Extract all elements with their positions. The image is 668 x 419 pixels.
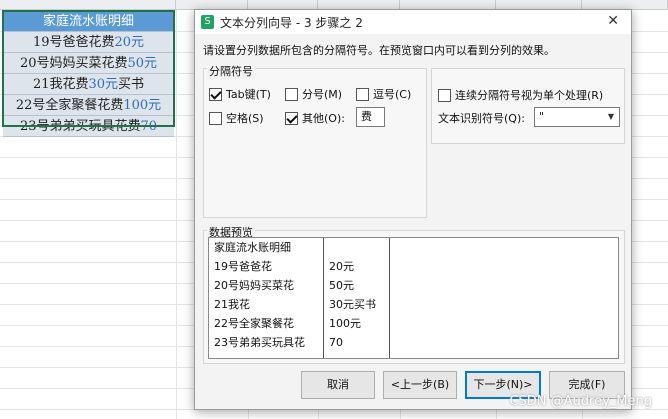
preview-cell: 19号爸爸花 <box>214 260 272 273</box>
instruction-text: 请设置分列数据所包含的分隔符号。在预览窗口内可以看到分列的效果。 <box>203 44 555 57</box>
checkbox-box[interactable] <box>356 87 369 101</box>
text-qualifier-select[interactable]: " ▼ <box>534 107 620 127</box>
preview-column-2[interactable]: 20元 50元 30元买书 100元 70 <box>324 238 390 358</box>
preview-cell: 21我花 <box>214 298 250 311</box>
preview-cell: 70 <box>329 336 343 349</box>
preview-cell: 20元 <box>329 260 354 273</box>
grid-line <box>176 10 177 419</box>
column-header-d[interactable] <box>0 0 176 10</box>
wps-sheet-icon: S <box>201 15 214 29</box>
chevron-down-icon: ▼ <box>607 112 614 121</box>
space-checkbox[interactable]: 空格(S) <box>209 110 264 126</box>
other-delimiter-input[interactable]: 费 <box>356 107 385 127</box>
checkbox-box[interactable] <box>209 87 222 101</box>
preview-column-1[interactable]: 家庭流水账明细 19号爸爸花 20号妈妈买菜花 21我花 22号全家聚餐花 23… <box>209 238 324 358</box>
checkbox-box[interactable] <box>438 88 451 102</box>
consecutive-checkbox[interactable]: 连续分隔符号视为单个处理(R) <box>438 87 603 103</box>
tab-label: Tab键(T) <box>226 88 271 101</box>
preview-cell: 100元 <box>329 317 361 330</box>
tab-checkbox[interactable]: Tab键(T) <box>209 86 271 102</box>
checkbox-box[interactable] <box>285 111 298 125</box>
options-group <box>431 68 625 144</box>
text-qualifier-label: 文本识别符号(Q): <box>438 112 525 125</box>
preview-cell: 50元 <box>329 279 354 292</box>
consecutive-label: 连续分隔符号视为单个处理(R) <box>455 89 604 102</box>
preview-cell: 23号弟弟买玩具花 <box>214 336 305 349</box>
dialog-title: 文本分列向导 - 3 步骤之 2 <box>220 16 363 30</box>
back-button[interactable]: <上一步(B) <box>383 371 457 399</box>
other-label: 其他(O): <box>302 112 345 125</box>
comma-label: 逗号(C) <box>373 88 412 101</box>
preview-cell: 22号全家聚餐花 <box>214 317 294 330</box>
space-label: 空格(S) <box>226 112 264 125</box>
checkbox-box[interactable] <box>209 111 222 125</box>
watermark: CSDN @Audrey_Meng <box>509 394 652 409</box>
preview-cell: 20号妈妈买菜花 <box>214 279 294 292</box>
preview-cell: 30元买书 <box>329 298 376 311</box>
selection-border <box>2 10 175 127</box>
cancel-button[interactable]: 取消 <box>301 371 375 399</box>
text-qualifier-value: " <box>539 110 545 123</box>
close-icon[interactable]: ✕ <box>607 13 619 29</box>
semicolon-label: 分号(M) <box>302 88 343 101</box>
preview-cell: 家庭流水账明细 <box>214 241 291 254</box>
delimiters-legend: 分隔符号 <box>207 63 255 79</box>
checkbox-box[interactable] <box>285 87 298 101</box>
data-preview-pane[interactable]: 家庭流水账明细 19号爸爸花 20号妈妈买菜花 21我花 22号全家聚餐花 23… <box>208 237 619 359</box>
other-checkbox[interactable]: 其他(O): <box>285 110 345 126</box>
text-to-columns-dialog: S 文本分列向导 - 3 步骤之 2 ✕ 请设置分列数据所包含的分隔符号。在预览… <box>194 9 632 410</box>
dialog-titlebar[interactable]: S 文本分列向导 - 3 步骤之 2 ✕ <box>195 10 631 34</box>
comma-checkbox[interactable]: 逗号(C) <box>356 86 411 102</box>
semicolon-checkbox[interactable]: 分号(M) <box>285 86 342 102</box>
preview-cell <box>324 238 389 257</box>
